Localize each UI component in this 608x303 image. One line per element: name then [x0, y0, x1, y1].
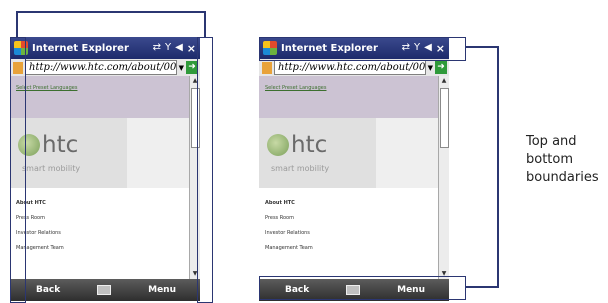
callout-bottom-horizontal: [466, 286, 498, 288]
address-bar: http://www.htc.com/about/00- ▼ ➜: [259, 59, 449, 76]
boundaries-label: Top and bottom boundaries: [526, 134, 599, 185]
url-input[interactable]: http://www.htc.com/about/00-: [274, 60, 426, 75]
address-bar: http://www.htc.com/about/00- ▼ ➜: [10, 59, 200, 76]
menu-softkey[interactable]: Menu: [148, 285, 176, 295]
top-boundary-box: [259, 37, 466, 61]
left-boundary-box: [10, 37, 26, 303]
menu-item-press[interactable]: Press Room: [265, 215, 313, 230]
htc-banner: htc smart mobility: [259, 118, 439, 188]
page-content: Select Preset Languages htc smart mobili…: [259, 76, 439, 279]
volume-icon[interactable]: ◀: [175, 42, 183, 55]
softkey-bar: Back Menu: [10, 279, 200, 301]
callout-vertical: [497, 46, 499, 288]
bracket-right-vertical: [204, 11, 206, 38]
keyboard-icon[interactable]: [97, 285, 112, 295]
bottom-boundary-box: [259, 276, 466, 300]
preset-languages-link[interactable]: Select Preset Languages: [265, 85, 326, 91]
phone-screen-left: Internet Explorer ⇄ Y ◀ × http://www.htc…: [10, 37, 200, 301]
htc-logo-text: htc: [42, 132, 79, 158]
htc-logo-icon: [267, 134, 289, 156]
site-menu: About HTC Press Room Investor Relations …: [265, 200, 313, 260]
bracket-left-vertical: [16, 11, 18, 38]
vertical-scrollbar[interactable]: ▲ ▼: [438, 76, 449, 279]
bracket-top: [16, 11, 206, 13]
phone-screen-right: Internet Explorer ⇄ Y ◀ × http://www.htc…: [259, 37, 449, 301]
menu-item-about[interactable]: About HTC: [265, 200, 313, 215]
url-input[interactable]: http://www.htc.com/about/00-: [25, 60, 177, 75]
htc-banner: htc smart mobility: [10, 118, 190, 188]
link-band: Select Preset Languages: [10, 76, 190, 118]
close-icon[interactable]: ×: [187, 42, 196, 55]
scroll-up-icon[interactable]: ▲: [439, 76, 449, 86]
menu-item-management[interactable]: Management Team: [265, 245, 313, 260]
right-boundary-box: [197, 37, 213, 303]
connectivity-icon[interactable]: ⇄: [153, 42, 161, 55]
chevron-down-icon[interactable]: ▼: [179, 64, 184, 72]
menu-item-investor[interactable]: Investor Relations: [265, 230, 313, 245]
title-bar: Internet Explorer ⇄ Y ◀ ×: [10, 37, 200, 59]
tagline: smart mobility: [22, 164, 81, 173]
scroll-thumb[interactable]: [440, 88, 449, 148]
callout-top-horizontal: [466, 46, 498, 48]
window-title: Internet Explorer: [32, 42, 129, 54]
signal-icon[interactable]: Y: [165, 42, 171, 55]
link-band: Select Preset Languages: [259, 76, 439, 118]
tagline: smart mobility: [271, 164, 330, 173]
go-button[interactable]: ➜: [435, 61, 447, 74]
chevron-down-icon[interactable]: ▼: [428, 64, 433, 72]
favorites-icon[interactable]: [262, 61, 272, 74]
page-content: Select Preset Languages htc smart mobili…: [10, 76, 190, 279]
back-softkey[interactable]: Back: [36, 285, 60, 295]
htc-logo-text: htc: [291, 132, 328, 158]
